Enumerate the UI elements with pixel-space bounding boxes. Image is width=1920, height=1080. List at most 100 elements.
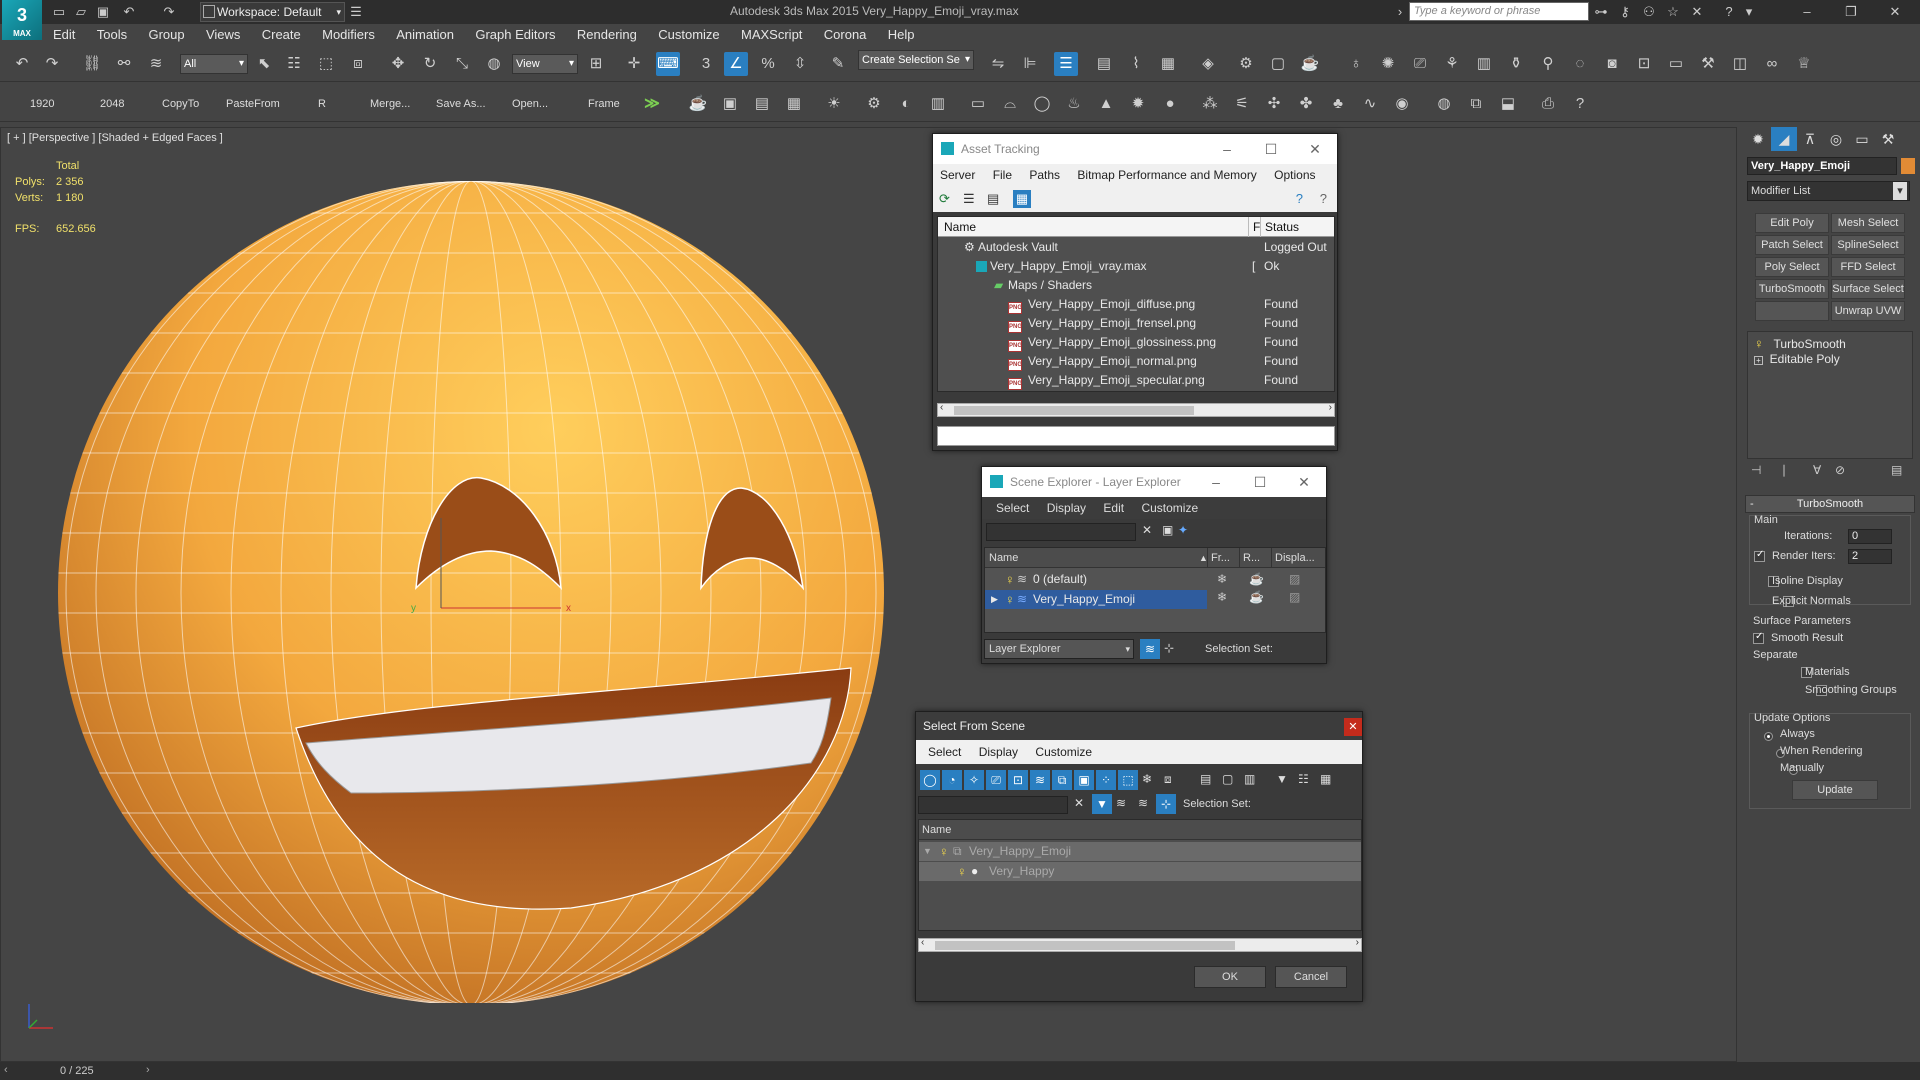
frozen-objects-icon[interactable]: ❄ — [1142, 772, 1152, 786]
emoji-model[interactable]: x y — [51, 173, 891, 1003]
plant-icon[interactable]: ♣ — [1326, 92, 1350, 116]
menu-maxscript[interactable]: MAXScript — [732, 24, 811, 46]
table-row[interactable]: PNG Very_Happy_Emoji_specular.png Found — [938, 371, 1334, 390]
help-icon[interactable]: ? — [1296, 191, 1303, 206]
display-spacewarps-icon[interactable]: ≋ — [1030, 770, 1050, 790]
save-icon[interactable]: ▣ — [94, 3, 112, 21]
decal-icon[interactable]: ✣ — [1262, 92, 1286, 116]
place-icon[interactable]: ◍ — [482, 52, 506, 76]
viewport-label[interactable]: [ + ] [Perspective ] [Shaded + Edged Fac… — [7, 132, 223, 144]
menu-display[interactable]: Display — [972, 745, 1025, 759]
select-from-scene-title-bar[interactable]: Select From Scene ✕ — [916, 712, 1362, 740]
display-cameras-icon[interactable]: ⎚ — [986, 770, 1006, 790]
select-object-icon[interactable]: ⬉ — [252, 52, 276, 76]
texture-icon[interactable]: ◙ — [1600, 52, 1624, 76]
glasses-icon[interactable]: ∞ — [1760, 52, 1784, 76]
find-icon[interactable]: ▣ — [1162, 523, 1173, 537]
table-row[interactable]: Very_Happy_Emoji_vray.max [ Ok — [938, 257, 1334, 276]
close-button[interactable]: ✕ — [1282, 467, 1326, 497]
box-icon[interactable]: ⊡ — [1632, 52, 1656, 76]
bulb-icon[interactable]: ♕ — [1792, 52, 1816, 76]
open-icon[interactable]: ▱ — [72, 3, 90, 21]
render-iters-checkbox[interactable] — [1754, 549, 1765, 562]
close-button[interactable]: ✕ — [1344, 718, 1362, 736]
layers-icon[interactable]: ≋ — [1138, 796, 1148, 810]
menu-create[interactable]: Create — [253, 24, 310, 46]
explorer-type-dropdown[interactable]: Layer Explorer ▾ — [984, 639, 1134, 659]
menu-views[interactable]: Views — [197, 24, 249, 46]
spinner-snap-icon[interactable]: ⇳ — [788, 52, 812, 76]
preset-1920-button[interactable]: 1920 — [30, 98, 54, 110]
minimize-button[interactable]: – — [1205, 134, 1249, 164]
close-button[interactable]: ✕ — [1293, 134, 1337, 164]
table-row[interactable]: ▰ Maps / Shaders — [938, 276, 1334, 295]
table-row[interactable]: PNG Very_Happy_Emoji_glossiness.png Foun… — [938, 333, 1334, 352]
bulb-icon[interactable]: ♀ — [939, 842, 949, 861]
unwrap-uvw-button[interactable]: Unwrap UVW — [1831, 301, 1905, 321]
menu-rendering[interactable]: Rendering — [568, 24, 646, 46]
display-xrefs-icon[interactable]: ▣ — [1074, 770, 1094, 790]
object-tree-scrollbar[interactable]: ‹ › — [918, 937, 1362, 952]
utilities-tab-icon[interactable]: ⚒ — [1875, 127, 1901, 151]
menu-customize[interactable]: Customize — [1028, 745, 1099, 759]
column-render[interactable]: R... — [1239, 548, 1260, 568]
scale-icon[interactable]: ⤡ — [450, 52, 474, 76]
scroll-left-icon[interactable]: ‹ — [940, 402, 943, 413]
mesh-select-button[interactable]: Mesh Select — [1831, 213, 1905, 233]
menu-customize[interactable]: Customize — [1134, 501, 1205, 515]
tool-icon[interactable]: ⚒ — [1696, 52, 1720, 76]
find-case-sensitive-icon[interactable]: ▼ — [1092, 794, 1112, 814]
column-freeze[interactable]: Fr... — [1207, 548, 1230, 568]
material-icon[interactable]: ⧉ — [1464, 92, 1488, 116]
asset-table-scrollbar[interactable]: ‹ › — [937, 402, 1335, 417]
list-view-icon[interactable]: ☰ — [963, 191, 975, 207]
hair-icon[interactable]: ∿ — [1358, 92, 1382, 116]
always-radio[interactable] — [1764, 732, 1773, 741]
column-display[interactable]: Displa... — [1271, 548, 1315, 568]
column-name[interactable]: Name — [989, 548, 1018, 568]
hierarchy-tab-icon[interactable]: ⊼ — [1797, 127, 1823, 151]
scrollbar-thumb[interactable] — [954, 406, 1194, 415]
mesh-icon[interactable]: ◉ — [1390, 92, 1414, 116]
display-icon[interactable]: ▥ — [926, 92, 950, 116]
teapot-icon[interactable]: ☕ — [686, 92, 710, 116]
open-button[interactable]: Open... — [512, 98, 548, 110]
merge-button[interactable]: Merge... — [370, 98, 410, 110]
move-icon[interactable]: ✥ — [386, 52, 410, 76]
surface-select-button[interactable]: Surface Select — [1831, 279, 1905, 299]
plane-icon[interactable]: ▭ — [1664, 52, 1688, 76]
turbosmooth-button[interactable]: TurboSmooth — [1755, 279, 1829, 299]
display-none-icon[interactable]: ▢ — [1222, 772, 1233, 786]
bulb-icon[interactable]: ♀ — [1005, 570, 1015, 589]
redo-icon[interactable]: ↷ — [40, 52, 64, 76]
save-as-button[interactable]: Save As... — [436, 98, 486, 110]
bulb-icon[interactable]: ♀ — [1005, 590, 1015, 609]
search-arrow-icon[interactable]: › — [1391, 3, 1409, 21]
poly-select-button[interactable]: Poly Select — [1755, 257, 1829, 277]
display-containers-icon[interactable]: ⬚ — [1118, 770, 1138, 790]
rect-selection-icon[interactable]: ⬚ — [314, 52, 338, 76]
workspace-dropdown[interactable]: Workspace: Default ▾ — [200, 2, 345, 22]
dome-icon[interactable]: ⌓ — [998, 92, 1022, 116]
gear-icon[interactable]: ⚙ — [862, 92, 886, 116]
column-name[interactable]: Name — [944, 217, 976, 237]
patch-select-button[interactable]: Patch Select — [1755, 235, 1829, 255]
display-geometry-icon[interactable]: ◯ — [920, 770, 940, 790]
sun-icon[interactable]: ✺ — [1376, 52, 1400, 76]
new-icon[interactable]: ▭ — [50, 3, 68, 21]
table-view-icon[interactable]: ▦ — [1013, 190, 1031, 208]
dome-light-icon[interactable]: ◐ — [894, 92, 918, 116]
undo-icon[interactable]: ↶ — [10, 52, 34, 76]
display-groups-icon[interactable]: ⧉ — [1052, 770, 1072, 790]
binoculars-icon[interactable]: ⊶ — [1592, 3, 1610, 21]
render-teapot-icon[interactable]: ☕ — [1249, 590, 1264, 604]
time-next-icon[interactable]: › — [146, 1064, 150, 1076]
smooth-result-checkbox[interactable] — [1753, 631, 1764, 644]
menu-help[interactable]: Help — [879, 24, 924, 46]
make-unique-icon[interactable]: ∀ — [1813, 463, 1821, 477]
preset-2048-button[interactable]: 2048 — [100, 98, 124, 110]
table-row[interactable]: PNG Very_Happy_Emoji_diffuse.png Found — [938, 295, 1334, 314]
maximize-button[interactable]: ☐ — [1238, 467, 1282, 497]
display-lights-icon[interactable]: ✧ — [964, 770, 984, 790]
mirror-icon[interactable]: ⇋ — [986, 52, 1010, 76]
